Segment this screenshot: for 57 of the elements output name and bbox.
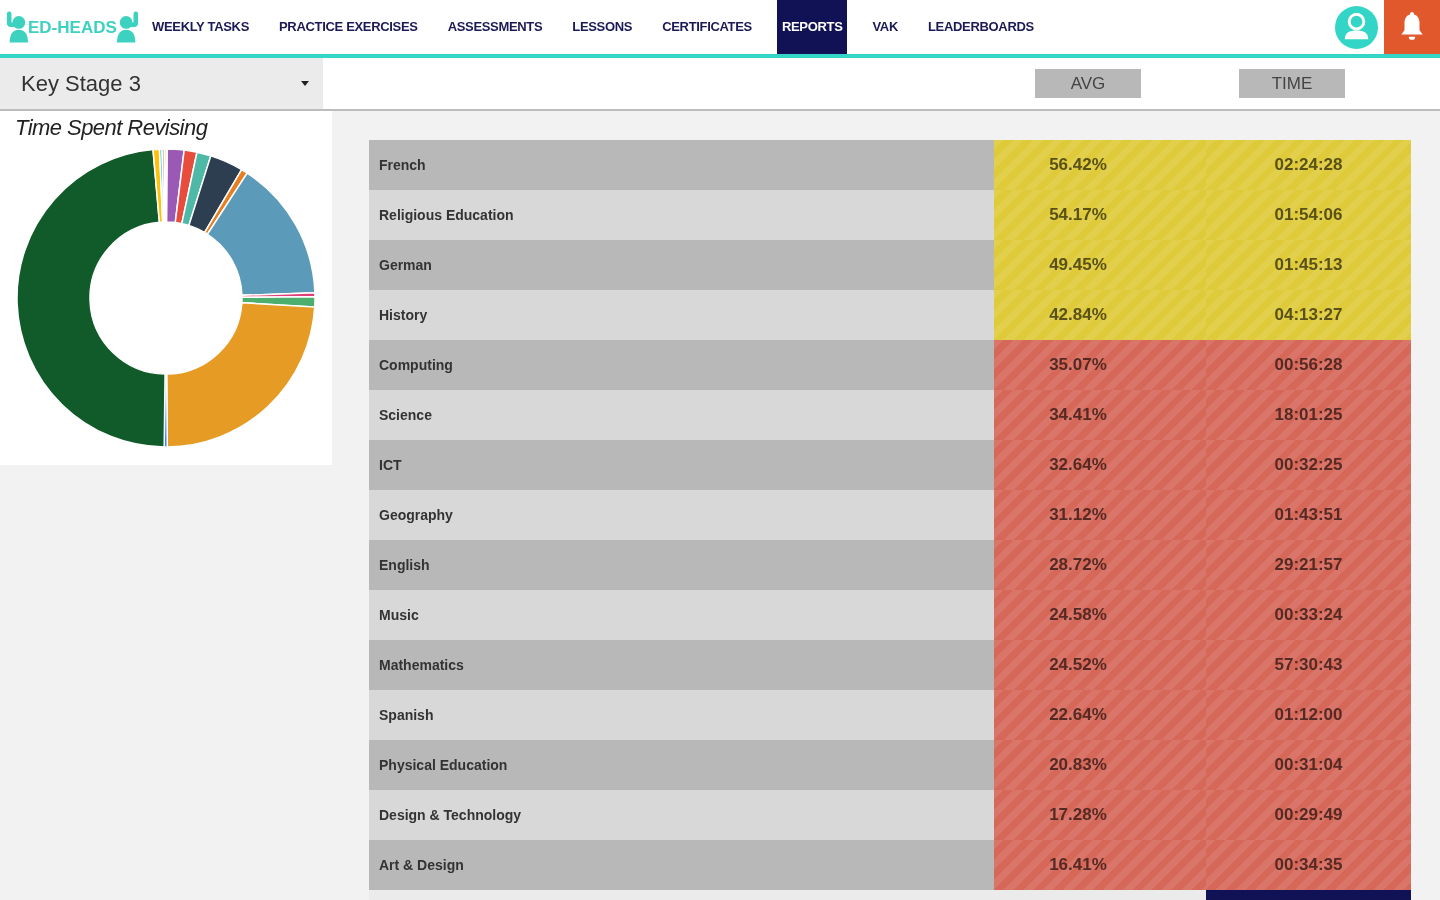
avg-cell: 16.41% <box>994 840 1206 890</box>
caret-icon <box>301 81 309 86</box>
avg-cell: 35.07% <box>994 340 1206 390</box>
nav-tab[interactable]: REPORTS <box>776 0 848 54</box>
avg-cell: 54.17% <box>994 190 1206 240</box>
avg-cell: 22.64% <box>994 690 1206 740</box>
time-cell: 29:21:57 <box>1206 540 1411 590</box>
footer-tab[interactable] <box>1206 890 1411 900</box>
subject-cell: Science <box>369 390 994 440</box>
time-cell: 02:24:28 <box>1206 140 1411 190</box>
waving-figure-icon <box>6 11 28 43</box>
sort-button[interactable]: AVG <box>1035 69 1141 98</box>
subject-cell: Computing <box>369 340 994 390</box>
avg-cell: 34.41% <box>994 390 1206 440</box>
time-cell: 01:12:00 <box>1206 690 1411 740</box>
time-cell: 01:54:06 <box>1206 190 1411 240</box>
avg-cell: 17.28% <box>994 790 1206 840</box>
avg-cell: 56.42% <box>994 140 1206 190</box>
avg-cell: 42.84% <box>994 290 1206 340</box>
sort-button[interactable]: TIME <box>1239 69 1345 98</box>
time-cell: 18:01:25 <box>1206 390 1411 440</box>
notifications-button[interactable] <box>1384 0 1440 54</box>
time-cell: 04:13:27 <box>1206 290 1411 340</box>
subject-cell: Religious Education <box>369 190 994 240</box>
time-cell: 00:32:25 <box>1206 440 1411 490</box>
time-cell: 01:43:51 <box>1206 490 1411 540</box>
subject-cell: German <box>369 240 994 290</box>
subject-cell: Mathematics <box>369 640 994 690</box>
subject-cell: Art & Design <box>369 840 994 890</box>
subject-cell: Physical Education <box>369 740 994 790</box>
subject-cell: Music <box>369 590 994 640</box>
key-stage-dropdown[interactable]: Key Stage 3 <box>0 58 323 109</box>
avg-cell: 24.58% <box>994 590 1206 640</box>
subject-cell: French <box>369 140 994 190</box>
time-cell: 00:29:49 <box>1206 790 1411 840</box>
avg-cell: 32.64% <box>994 440 1206 490</box>
avg-cell: 20.83% <box>994 740 1206 790</box>
time-cell: 01:45:13 <box>1206 240 1411 290</box>
avg-cell: 24.52% <box>994 640 1206 690</box>
avg-cell: 28.72% <box>994 540 1206 590</box>
time-cell: 00:31:04 <box>1206 740 1411 790</box>
subject-cell: English <box>369 540 994 590</box>
subject-cell: ICT <box>369 440 994 490</box>
avg-cell: 31.12% <box>994 490 1206 540</box>
time-cell: 57:30:43 <box>1206 640 1411 690</box>
waving-figure-icon <box>116 11 139 43</box>
time-cell: 00:56:28 <box>1206 340 1411 390</box>
avatar-icon[interactable] <box>1335 5 1378 49</box>
subject-cell: History <box>369 290 994 340</box>
time-cell: 00:34:35 <box>1206 840 1411 890</box>
time-cell: 00:33:24 <box>1206 590 1411 640</box>
subject-cell: Design & Technology <box>369 790 994 840</box>
chart-title: Time Spent Revising <box>14 114 209 142</box>
subject-cell: Spanish <box>369 690 994 740</box>
avg-cell: 49.45% <box>994 240 1206 290</box>
bell-icon <box>1399 12 1425 42</box>
subject-cell: Geography <box>369 490 994 540</box>
